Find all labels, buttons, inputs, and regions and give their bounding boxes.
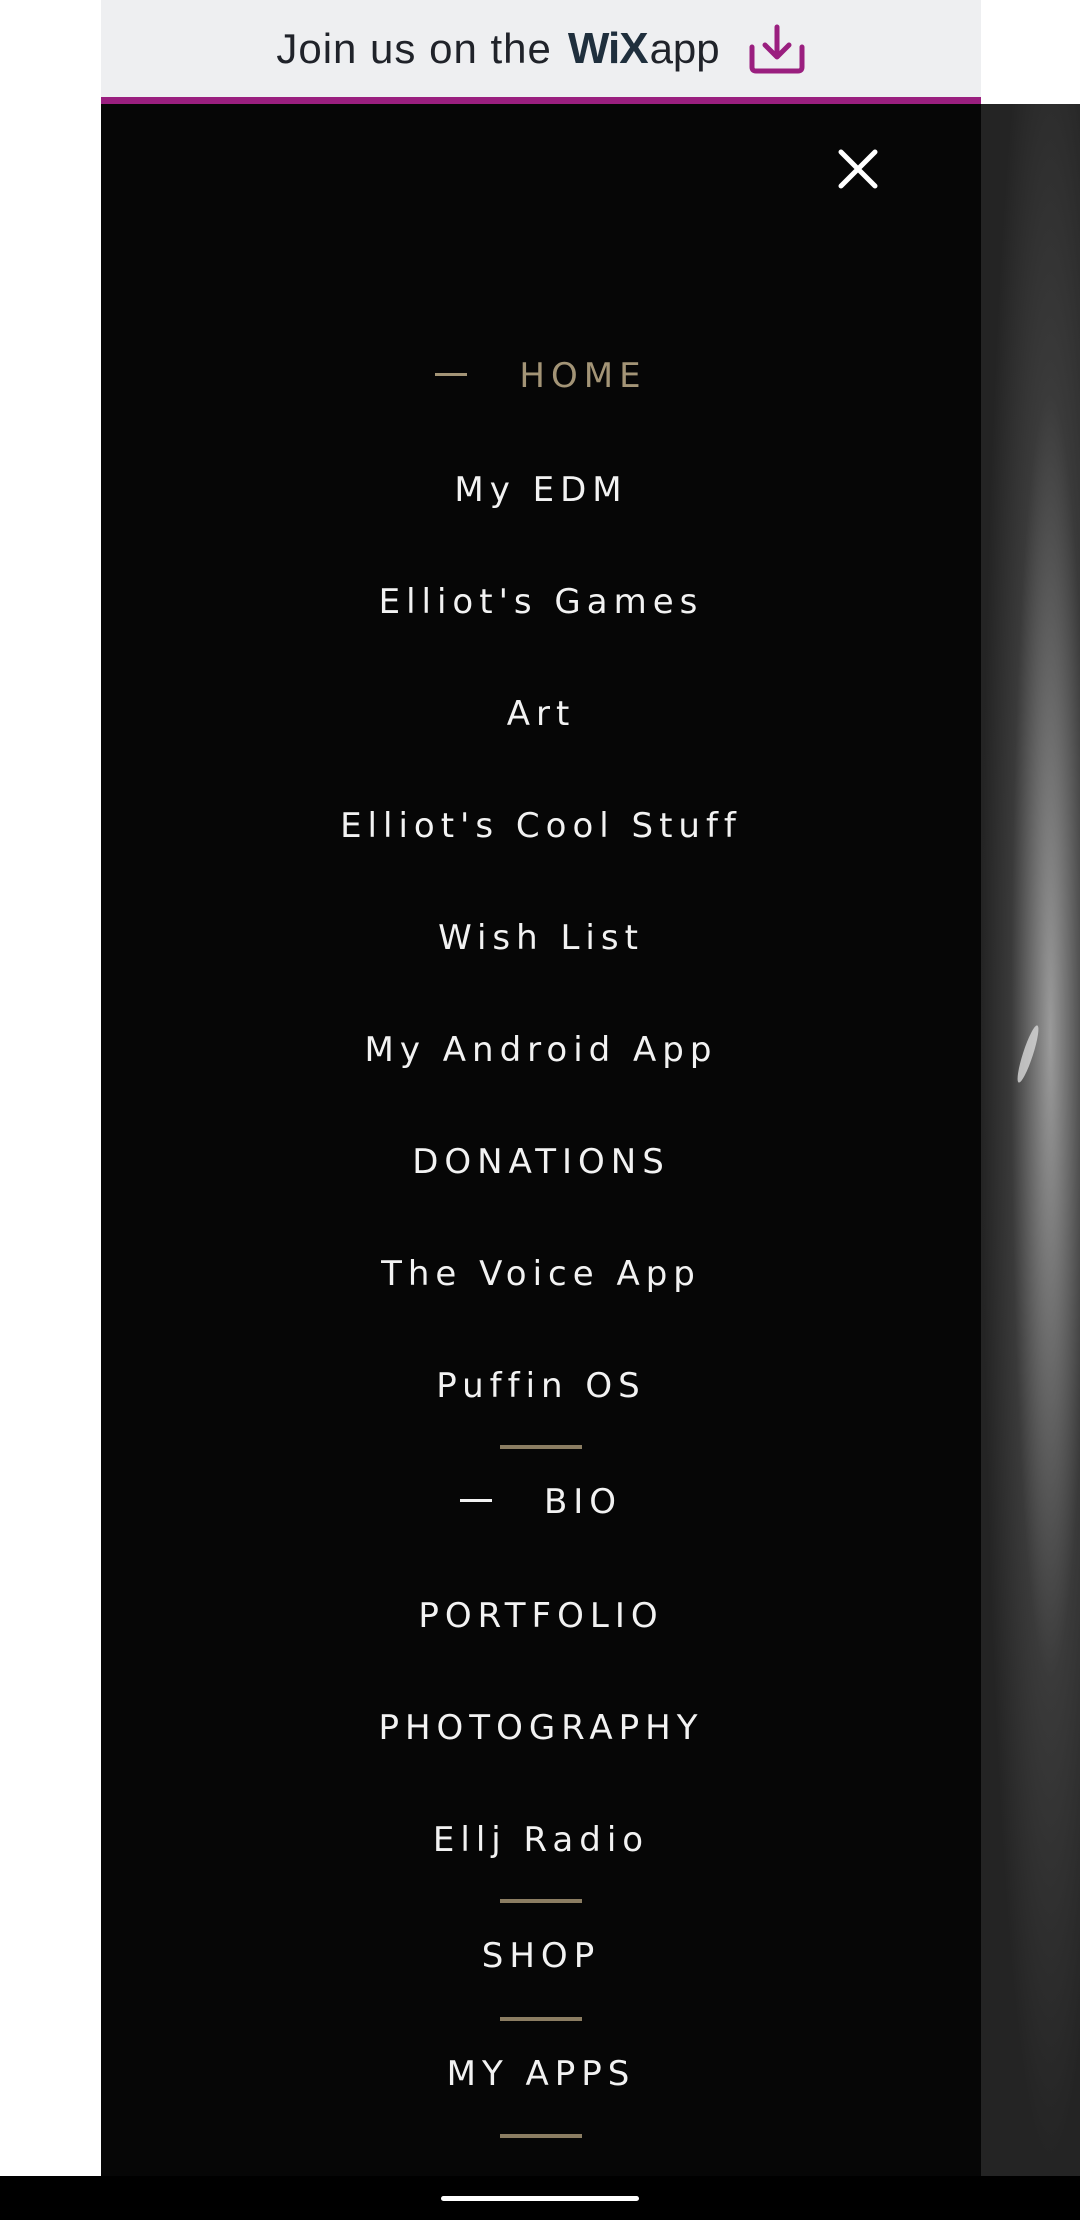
menu-item-home[interactable]: HOME (101, 356, 981, 396)
menu-item-label: PORTFOLIO (418, 1596, 664, 1636)
menu-item-label: HOME (519, 356, 647, 396)
menu-item-my-android-app[interactable]: My Android App (101, 1030, 981, 1070)
menu-divider (500, 1445, 582, 1449)
menu-item-art[interactable]: Art (101, 694, 981, 734)
wix-logo: WiX (567, 23, 649, 73)
menu-divider (500, 2017, 582, 2021)
menu-item-label: PHOTOGRAPHY (378, 1708, 704, 1748)
menu-item-label: Wish List (438, 918, 644, 958)
menu-item-ellj-radio[interactable]: Ellj Radio (101, 1820, 981, 1860)
menu-item-elliots-games[interactable]: Elliot's Games (101, 582, 981, 622)
close-icon (838, 149, 878, 189)
menu-item-wish-list[interactable]: Wish List (101, 918, 981, 958)
background-photo (981, 104, 1080, 2176)
menu-item-my-apps[interactable]: MY APPS (101, 2054, 981, 2094)
menu-divider (500, 2134, 582, 2138)
menu-item-photography[interactable]: PHOTOGRAPHY (101, 1708, 981, 1748)
menu-item-bio[interactable]: BIO (101, 1482, 981, 1522)
menu-item-my-edm[interactable]: My EDM (101, 470, 981, 510)
menu-item-portfolio[interactable]: PORTFOLIO (101, 1596, 981, 1636)
menu-item-label: Elliot's Games (378, 582, 704, 622)
home-gesture-handle[interactable] (441, 2196, 639, 2201)
menu-item-label: Elliot's Cool Stuff (340, 806, 742, 846)
menu-item-shop[interactable]: SHOP (101, 1936, 981, 1976)
menu-item-puffin-os[interactable]: Puffin OS (101, 1366, 981, 1406)
menu-item-label: Art (506, 694, 576, 734)
menu-item-label: SHOP (481, 1936, 601, 1976)
menu-item-label: My EDM (454, 470, 628, 510)
menu-item-label: Ellj Radio (432, 1820, 650, 1860)
menu-item-elliots-cool-stuff[interactable]: Elliot's Cool Stuff (101, 806, 981, 846)
menu-item-donations[interactable]: DONATIONS (101, 1142, 981, 1182)
menu-item-label: My Android App (364, 1030, 718, 1070)
window-corner (981, 0, 1080, 104)
menu-item-label: Puffin OS (436, 1366, 646, 1406)
menu-divider (500, 1899, 582, 1903)
submenu-dash (459, 1499, 492, 1502)
wix-app-banner[interactable]: Join us on the WiX app (101, 0, 981, 97)
download-icon[interactable] (748, 23, 806, 75)
active-dash (435, 373, 468, 376)
navigation-menu: HOME My EDM Elliot's Games Art Elliot's … (101, 104, 981, 2176)
menu-item-the-voice-app[interactable]: The Voice App (101, 1254, 981, 1294)
photo-highlight (1013, 1023, 1043, 1085)
menu-item-label: DONATIONS (412, 1142, 670, 1182)
banner-accent-border (101, 97, 981, 104)
close-menu-button[interactable] (829, 140, 887, 198)
menu-item-label: BIO (543, 1482, 623, 1522)
banner-text: Join us on the (276, 24, 552, 72)
banner-app-word: app (649, 24, 720, 72)
page-left-margin (0, 0, 101, 2176)
menu-item-label: MY APPS (446, 2054, 636, 2094)
menu-item-label: The Voice App (381, 1254, 701, 1294)
